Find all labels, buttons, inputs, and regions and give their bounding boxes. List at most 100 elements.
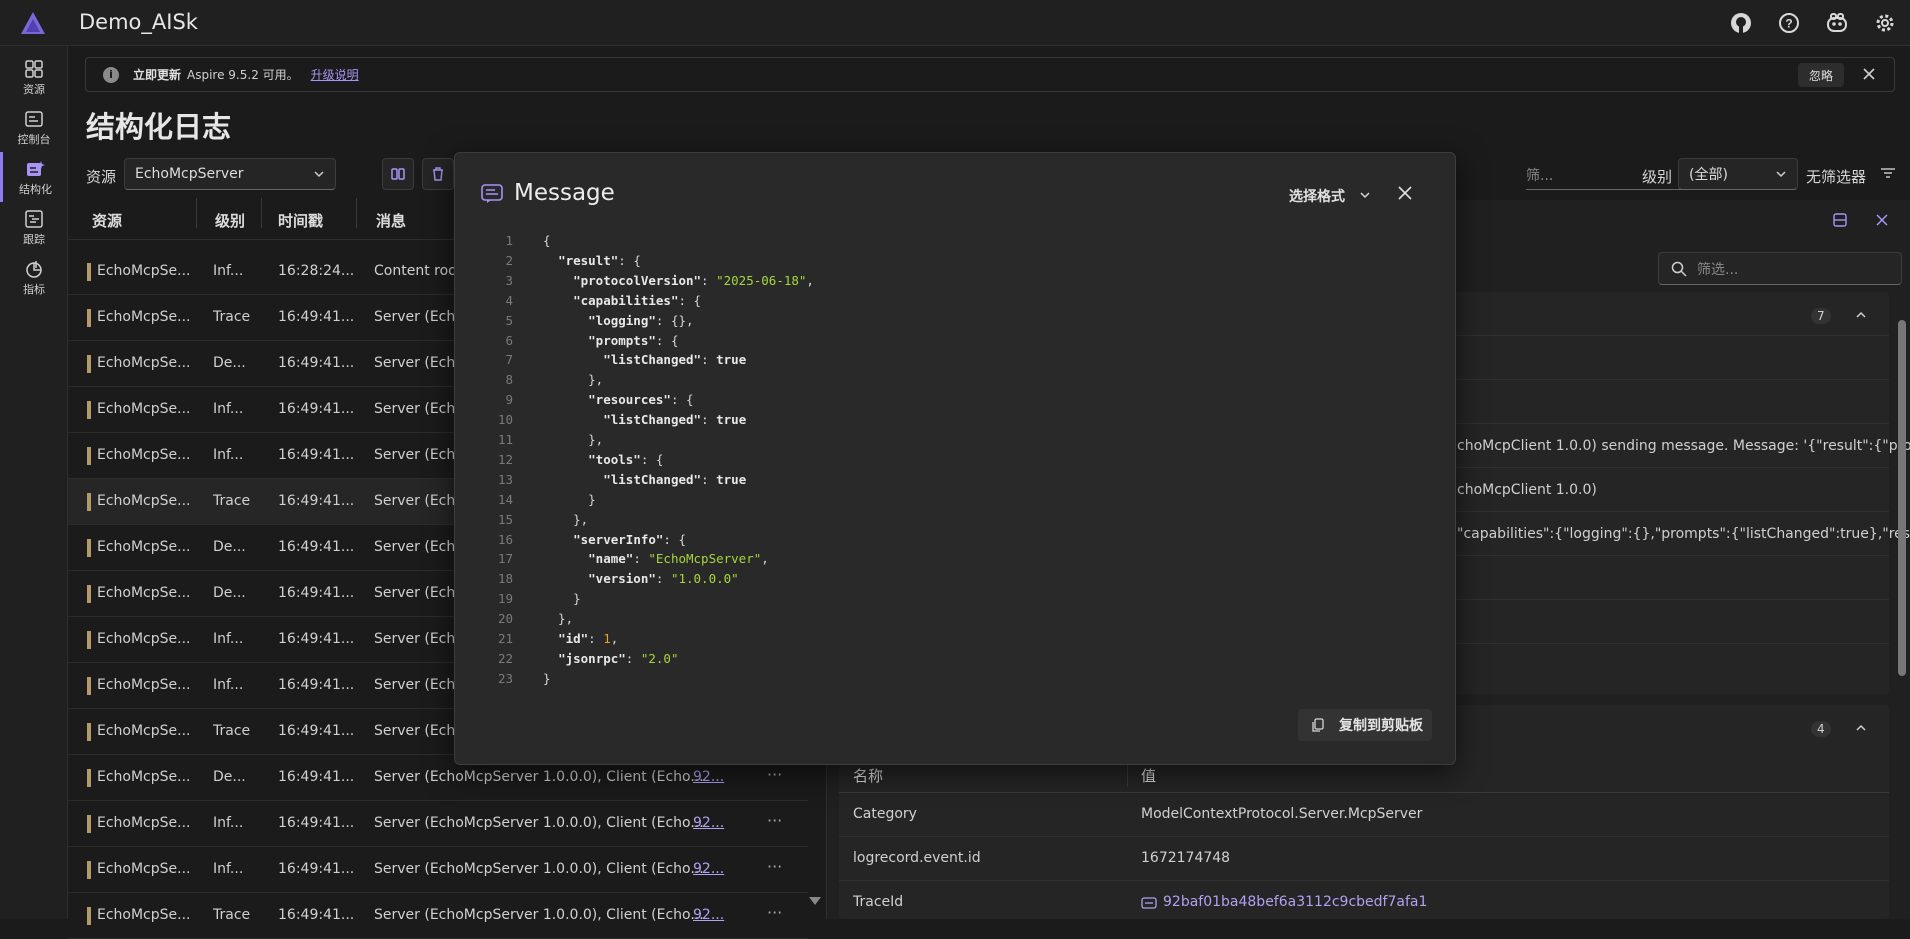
sidebar-item-traces[interactable]: 跟踪 (0, 202, 68, 252)
cell-resource: EchoMcpSe... (97, 447, 191, 463)
table-row[interactable]: EchoMcpSe... Inf... 16:49:41... Server (Ech… (68, 847, 808, 893)
trace-link-icon (1141, 897, 1157, 909)
aspire-logo-icon[interactable] (20, 11, 46, 35)
clear-logs-button[interactable] (422, 158, 454, 190)
copy-icon (1312, 718, 1324, 732)
line-number: 15 (497, 511, 513, 527)
github-icon[interactable] (1728, 10, 1754, 36)
chevron-down-icon[interactable] (1359, 189, 1371, 201)
sidebar-item-metrics[interactable]: 指标 (0, 252, 68, 302)
cell-trace-link[interactable]: 92... (693, 907, 724, 923)
columns-button[interactable] (382, 158, 414, 190)
cell-timestamp: 16:49:41... (278, 585, 355, 601)
help-icon[interactable]: ? (1776, 10, 1802, 36)
attribute-row: Category ModelContextProtocol.Server.Mcp… (839, 793, 1889, 837)
cell-resource: EchoMcpSe... (97, 355, 191, 371)
table-row[interactable]: EchoMcpSe... Trace 16:49:41... Server (Echo… (68, 893, 808, 939)
cell-trace-link[interactable]: 92... (693, 861, 724, 877)
cell-level: Trace (213, 907, 251, 923)
cell-timestamp: 16:49:41... (278, 861, 355, 877)
cell-timestamp: 16:49:41... (278, 769, 355, 785)
code-line: 2 "result": { (475, 253, 1435, 273)
more-actions-icon[interactable]: ··· (767, 765, 782, 784)
cell-timestamp: 16:49:41... (278, 539, 355, 555)
dock-icon[interactable] (1832, 212, 1848, 228)
line-number: 19 (497, 591, 513, 607)
column-header-timestamp[interactable]: 时间戳 (278, 210, 323, 231)
cell-trace-link[interactable]: 92... (693, 815, 724, 831)
cell-resource: EchoMcpSe... (97, 723, 191, 739)
code-text: "name": "EchoMcpServer", (588, 551, 769, 567)
line-number: 17 (497, 551, 513, 567)
line-number: 8 (505, 372, 513, 388)
more-actions-icon[interactable]: ··· (767, 811, 782, 830)
dismiss-button[interactable]: 忽略 (1797, 63, 1844, 87)
code-text: "id": 1, (558, 631, 619, 646)
code-text: }, (543, 372, 604, 388)
column-divider[interactable] (196, 198, 197, 228)
format-select[interactable]: 选择格式 (1289, 186, 1345, 206)
line-number: 13 (497, 471, 513, 487)
table-row[interactable]: EchoMcpSe... Inf... 16:49:41... Server (Ech… (68, 801, 808, 847)
cell-level: Trace (213, 723, 251, 739)
columns-icon (391, 168, 405, 180)
upgrade-notes-link[interactable]: 升级说明 (311, 66, 359, 83)
sidebar-item-label: 控制台 (17, 133, 51, 146)
filter-icon[interactable] (1880, 165, 1896, 181)
copilot-icon[interactable] (1824, 10, 1850, 36)
detail-value: choMcpClient 1.0.0) sending message. Mes… (1457, 438, 1910, 454)
cell-level: Inf... (213, 861, 244, 877)
banner-message: Aspire 9.5.2 可用。 (187, 68, 299, 82)
code-text: "prompts": { (588, 332, 679, 348)
trace-id-link[interactable]: 92baf01ba48bef6a3112c9cbedf7afa1 (1163, 894, 1427, 910)
cell-resource: EchoMcpSe... (97, 585, 191, 601)
cell-trace-link[interactable]: 92... (693, 769, 724, 785)
attribute-name: Category (853, 806, 917, 822)
settings-icon[interactable] (1872, 10, 1898, 36)
code-viewer[interactable]: 1{2 "result": {3 "protocolVersion": "202… (475, 233, 1435, 686)
chevron-up-icon[interactable] (1855, 722, 1867, 734)
svg-text:?: ? (1785, 17, 1792, 31)
close-icon[interactable] (1874, 212, 1890, 228)
column-header-level[interactable]: 级别 (215, 210, 245, 231)
level-select[interactable]: (全部) (1678, 158, 1798, 190)
resource-color-indicator (87, 723, 91, 741)
count-badge: 4 (1811, 721, 1831, 737)
code-line: 4 "capabilities": { (475, 293, 1435, 313)
resource-select[interactable]: EchoMcpServer (124, 158, 336, 190)
detail-scrollbar[interactable] (1898, 320, 1906, 676)
column-header-message[interactable]: 消息 (376, 210, 406, 231)
resources-icon (25, 60, 43, 78)
code-line: 20 }, (475, 611, 1435, 631)
more-actions-icon[interactable]: ··· (767, 857, 782, 876)
app-title: Demo_AISk (79, 10, 198, 34)
close-icon[interactable] (1397, 185, 1413, 201)
top-bar: Demo_AISk ? (0, 0, 1910, 46)
column-divider[interactable] (261, 198, 262, 228)
metrics-icon (26, 261, 42, 278)
copy-to-clipboard-button[interactable]: 复制到剪贴板 (1298, 709, 1432, 741)
sidebar-item-structured-logs[interactable]: 结构化 (0, 152, 68, 202)
cell-timestamp: 16:49:41... (278, 401, 355, 417)
code-line: 9 "resources": { (475, 392, 1435, 412)
cell-timestamp: 16:49:41... (278, 677, 355, 693)
more-actions-icon[interactable]: ··· (767, 903, 782, 922)
column-divider[interactable] (356, 198, 357, 228)
sidebar-item-label: 结构化 (19, 183, 52, 196)
cell-level: Inf... (213, 401, 244, 417)
resource-color-indicator (87, 355, 91, 373)
attribute-name: TraceId (853, 894, 904, 910)
code-line: 22 "jsonrpc": "2.0" (475, 651, 1435, 671)
cell-resource: EchoMcpSe... (97, 631, 191, 647)
detail-filter-input[interactable]: 筛选... (1658, 252, 1902, 285)
resource-filter-label: 资源 (86, 168, 117, 186)
sidebar-item-console[interactable]: 控制台 (0, 102, 68, 152)
code-line: 13 "listChanged": true (475, 472, 1435, 492)
sidebar-item-resources[interactable]: 资源 (0, 52, 68, 102)
code-text: "capabilities": { (573, 292, 702, 308)
column-header-resource[interactable]: 资源 (92, 210, 122, 231)
line-number: 4 (505, 292, 513, 308)
close-icon[interactable] (1860, 65, 1878, 83)
scroll-down-arrow-icon[interactable] (809, 897, 821, 905)
cell-timestamp: 16:49:41... (278, 309, 355, 325)
